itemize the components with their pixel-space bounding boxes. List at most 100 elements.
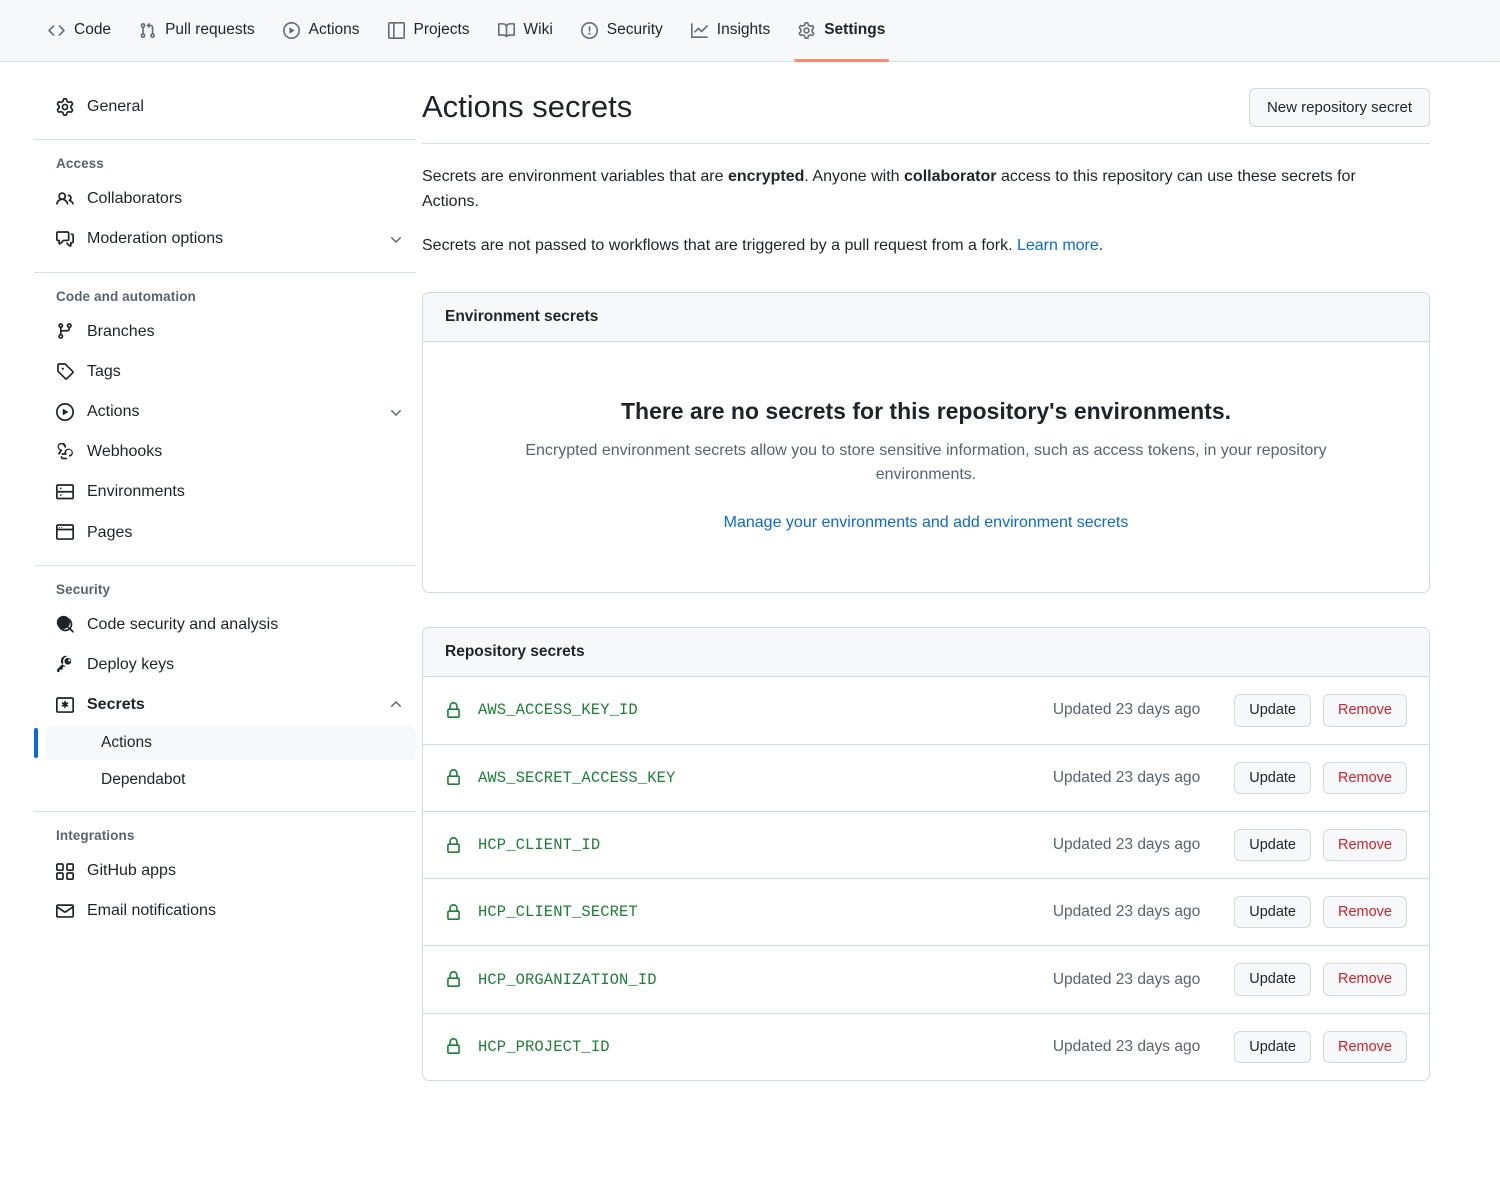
update-secret-button[interactable]: Update bbox=[1234, 828, 1311, 862]
nav-tab-code[interactable]: Code bbox=[34, 0, 125, 61]
learn-more-link[interactable]: Learn more bbox=[1017, 237, 1099, 254]
update-secret-button[interactable]: Update bbox=[1234, 761, 1311, 794]
sidebar-item-label: General bbox=[87, 98, 144, 115]
sidebar-item-environments[interactable]: Environments bbox=[34, 473, 416, 510]
secret-name[interactable]: AWS_SECRET_ACCESS_KEY bbox=[478, 769, 1037, 787]
sidebar-item-collaborators[interactable]: Collaborators bbox=[34, 180, 416, 217]
sidebar-section-heading: Access bbox=[56, 156, 104, 172]
secret-name[interactable]: HCP_CLIENT_SECRET bbox=[478, 903, 1037, 921]
remove-secret-button[interactable]: Remove bbox=[1323, 694, 1407, 727]
intro-1-bold-collaborator: collaborator bbox=[904, 168, 997, 185]
nav-tab-actions[interactable]: Actions bbox=[269, 0, 374, 61]
update-secret-button[interactable]: Update bbox=[1234, 1030, 1311, 1064]
sidebar-item-tags[interactable]: Tags bbox=[34, 353, 416, 390]
secret-name[interactable]: HCP_ORGANIZATION_ID bbox=[478, 971, 1037, 989]
settings-sidebar: General Access Collaborators Moderation opt… bbox=[0, 88, 416, 1081]
mail-icon bbox=[56, 902, 74, 920]
sidebar-subitem-label: Actions bbox=[101, 734, 152, 752]
sidebar-subitem-actions[interactable]: Actions bbox=[34, 726, 416, 761]
nav-tab-label: Security bbox=[606, 20, 663, 38]
sidebar-item-github-apps[interactable]: GitHub apps bbox=[34, 852, 416, 889]
sidebar-subitem-label: Dependabot bbox=[101, 771, 186, 789]
secret-row-actions: Update Remove bbox=[1234, 694, 1407, 727]
sidebar-subitem-dependabot[interactable]: Dependabot bbox=[46, 763, 416, 797]
intro-paragraph-1: Secrets are environment variables that a… bbox=[422, 164, 1382, 215]
sidebar-item-label: Pages bbox=[87, 523, 133, 541]
secret-row: HCP_ORGANIZATION_ID Updated 23 days ago Up… bbox=[423, 945, 1429, 1012]
page-body: General Access Collaborators Moderation opt… bbox=[0, 62, 1500, 1082]
secret-row-actions: Update Remove bbox=[1234, 896, 1407, 929]
new-repository-secret-button[interactable]: New repository secret bbox=[1248, 88, 1430, 127]
secret-updated-text: Updated 23 days ago bbox=[1052, 970, 1201, 988]
nav-tab-settings[interactable]: Settings bbox=[784, 0, 899, 62]
sidebar-divider bbox=[34, 811, 416, 813]
gear-icon bbox=[56, 97, 74, 116]
intro-2-text: Secrets are not passed to workflows that… bbox=[422, 236, 1017, 254]
update-secret-button[interactable]: Update bbox=[1234, 694, 1311, 727]
sidebar-item-webhooks[interactable]: Webhooks bbox=[34, 433, 416, 470]
chevron-down-icon[interactable] bbox=[388, 404, 404, 420]
nav-tab-projects[interactable]: Projects bbox=[374, 0, 484, 61]
nav-tab-label: Wiki bbox=[523, 20, 553, 38]
webhook-icon bbox=[56, 442, 74, 461]
sidebar-item-email-notifications[interactable]: Email notifications bbox=[34, 892, 416, 929]
sidebar-item-pages[interactable]: Pages bbox=[34, 514, 416, 551]
nav-tab-insights[interactable]: Insights bbox=[677, 0, 784, 61]
sidebar-item-general[interactable]: General bbox=[34, 88, 416, 125]
main-header: Actions secrets New repository secret bbox=[422, 88, 1430, 144]
shield-alert-icon bbox=[580, 22, 598, 39]
intro-1-bold-encrypted: encrypted bbox=[727, 168, 805, 185]
remove-secret-button[interactable]: Remove bbox=[1323, 828, 1407, 862]
sidebar-item-label: Moderation options bbox=[87, 230, 224, 248]
environment-secrets-header: Environment secrets bbox=[423, 292, 1429, 342]
git-branch-icon bbox=[56, 322, 74, 340]
secret-row-actions: Update Remove bbox=[1234, 761, 1407, 794]
manage-environments-link[interactable]: Manage your environments and add environ… bbox=[724, 514, 1129, 531]
comment-discussion-icon bbox=[56, 230, 74, 248]
sidebar-divider bbox=[34, 564, 416, 566]
sidebar-item-moderation-options[interactable]: Moderation options bbox=[34, 220, 416, 257]
nav-tab-label: Settings bbox=[824, 20, 886, 38]
repo-nav-list: Code Pull requests Actions Projects Wiki Secu… bbox=[34, 0, 899, 62]
sidebar-divider bbox=[34, 139, 416, 141]
nav-tab-wiki[interactable]: Wiki bbox=[484, 0, 567, 61]
sidebar-section-heading: Security bbox=[56, 581, 111, 597]
secret-name[interactable]: HCP_CLIENT_ID bbox=[478, 836, 1037, 854]
remove-secret-button[interactable]: Remove bbox=[1323, 761, 1407, 794]
nav-tab-security[interactable]: Security bbox=[567, 0, 677, 61]
update-secret-button[interactable]: Update bbox=[1234, 963, 1311, 996]
repo-nav: Code Pull requests Actions Projects Wiki Secu… bbox=[0, 0, 1500, 62]
sidebar-item-branches[interactable]: Branches bbox=[34, 313, 416, 350]
secret-row-actions: Update Remove bbox=[1234, 828, 1407, 862]
secret-updated-text: Updated 23 days ago bbox=[1052, 903, 1201, 921]
update-secret-button[interactable]: Update bbox=[1234, 896, 1311, 929]
people-icon bbox=[56, 190, 74, 208]
sidebar-item-label: Email notifications bbox=[87, 902, 216, 920]
nav-tab-pull-requests[interactable]: Pull requests bbox=[125, 0, 269, 61]
nav-tab-label: Insights bbox=[716, 20, 771, 38]
nav-tab-label: Code bbox=[74, 20, 112, 38]
chevron-up-icon[interactable] bbox=[388, 697, 404, 713]
secret-updated-text: Updated 23 days ago bbox=[1052, 1037, 1201, 1055]
secret-name[interactable]: AWS_ACCESS_KEY_ID bbox=[478, 701, 1037, 719]
secret-name[interactable]: HCP_PROJECT_ID bbox=[478, 1038, 1037, 1056]
secret-row: HCP_CLIENT_ID Updated 23 days ago Update Re… bbox=[423, 810, 1429, 878]
page-title: Actions secrets bbox=[422, 89, 633, 124]
remove-secret-button[interactable]: Remove bbox=[1323, 896, 1407, 929]
sidebar-item-label: Actions bbox=[87, 402, 140, 420]
sidebar-item-deploy-keys[interactable]: Deploy keys bbox=[34, 646, 416, 683]
apps-grid-icon bbox=[56, 862, 74, 880]
sidebar-item-code-security-and-analysis[interactable]: Code security and analysis bbox=[34, 606, 416, 643]
remove-secret-button[interactable]: Remove bbox=[1323, 963, 1407, 996]
sidebar-section-heading: Code and automation bbox=[56, 288, 196, 304]
sidebar-item-label: Collaborators bbox=[87, 190, 183, 208]
empty-state-title: There are no secrets for this repository… bbox=[620, 397, 1232, 424]
environment-secrets-card: Environment secrets There are no secrets… bbox=[422, 291, 1430, 594]
repository-secrets-header: Repository secrets bbox=[423, 628, 1429, 678]
sidebar-item-actions[interactable]: Actions bbox=[34, 393, 416, 430]
intro-paragraph-2: Secrets are not passed to workflows that… bbox=[422, 233, 1382, 258]
remove-secret-button[interactable]: Remove bbox=[1323, 1030, 1407, 1064]
chevron-down-icon[interactable] bbox=[388, 231, 404, 247]
environment-secrets-empty-state: There are no secrets for this repository… bbox=[423, 342, 1429, 592]
sidebar-item-secrets[interactable]: Secrets bbox=[34, 686, 416, 723]
